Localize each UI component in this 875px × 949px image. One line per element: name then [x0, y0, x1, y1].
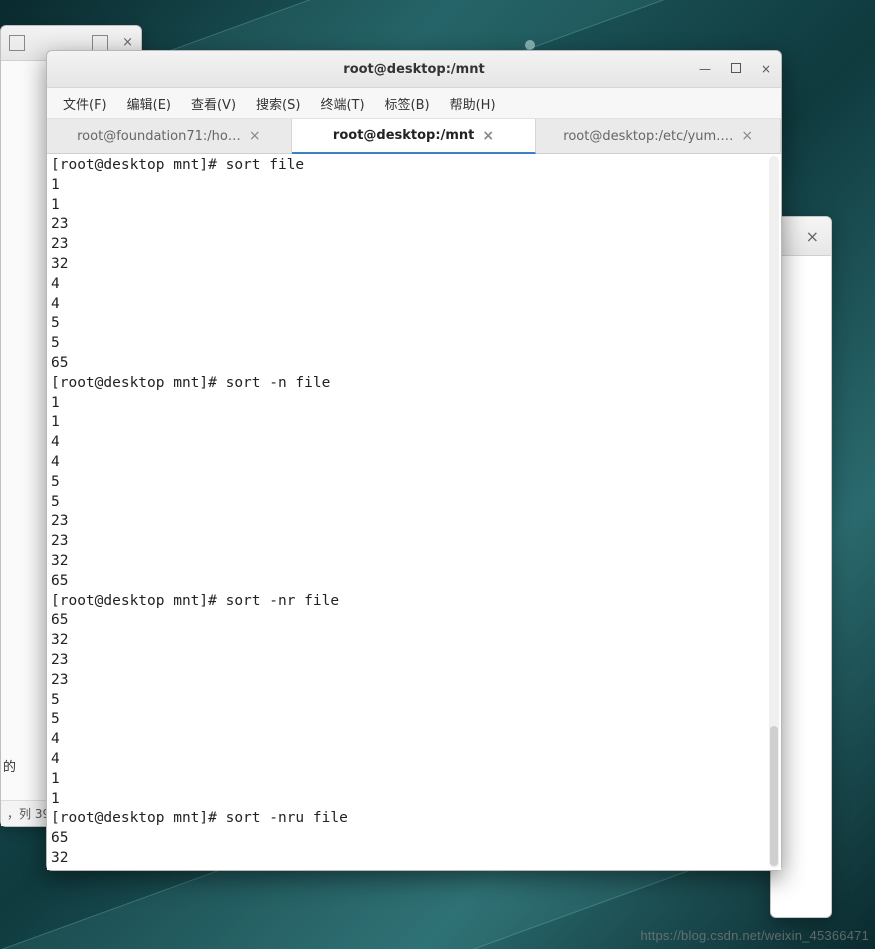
- terminal-output[interactable]: [root@desktop mnt]# sort file 1 1 23 23 …: [47, 154, 781, 870]
- tab-close-icon[interactable]: ×: [741, 129, 753, 143]
- window-titlebar[interactable]: root@desktop:/mnt — ×: [47, 51, 781, 88]
- hamburger-icon: [9, 35, 25, 51]
- close-icon[interactable]: ×: [806, 227, 819, 246]
- tab-desktop-mnt[interactable]: root@desktop:/mnt ×: [292, 119, 537, 154]
- menu-file[interactable]: 文件(F): [55, 90, 115, 117]
- tab-label: root@desktop:/etc/yum.…: [563, 129, 733, 144]
- terminal-window: root@desktop:/mnt — × 文件(F) 编辑(E) 查看(V) …: [46, 50, 782, 871]
- menu-edit[interactable]: 编辑(E): [119, 90, 179, 117]
- tab-close-icon[interactable]: ×: [482, 129, 494, 143]
- menu-terminal[interactable]: 终端(T): [312, 90, 372, 117]
- window-controls: — ×: [699, 51, 771, 87]
- menu-tabs[interactable]: 标签(B): [377, 90, 438, 117]
- minimize-button[interactable]: —: [699, 62, 711, 76]
- tab-foundation71[interactable]: root@foundation71:/ho… ×: [47, 119, 292, 153]
- tab-desktop-etc-yum[interactable]: root@desktop:/etc/yum.… ×: [536, 119, 781, 153]
- menu-view[interactable]: 查看(V): [183, 90, 244, 117]
- scrollbar-thumb[interactable]: [770, 726, 778, 866]
- maximize-button[interactable]: [731, 62, 741, 76]
- close-button[interactable]: ×: [761, 62, 771, 76]
- scrollbar[interactable]: [769, 156, 779, 868]
- tab-label: root@desktop:/mnt: [333, 128, 474, 143]
- window-title: root@desktop:/mnt: [47, 62, 781, 77]
- tab-label: root@foundation71:/ho…: [77, 129, 241, 144]
- background-window-text-fragment: 的: [3, 756, 16, 775]
- watermark: https://blog.csdn.net/weixin_45366471: [640, 928, 869, 943]
- menubar: 文件(F) 编辑(E) 查看(V) 搜索(S) 终端(T) 标签(B) 帮助(H…: [47, 88, 781, 119]
- tabbar: root@foundation71:/ho… × root@desktop:/m…: [47, 119, 781, 154]
- close-icon[interactable]: ×: [122, 35, 133, 51]
- tab-close-icon[interactable]: ×: [249, 129, 261, 143]
- menu-help[interactable]: 帮助(H): [442, 90, 504, 117]
- menu-search[interactable]: 搜索(S): [248, 90, 308, 117]
- window-icon: [92, 35, 108, 51]
- decorative-dot: [525, 40, 535, 50]
